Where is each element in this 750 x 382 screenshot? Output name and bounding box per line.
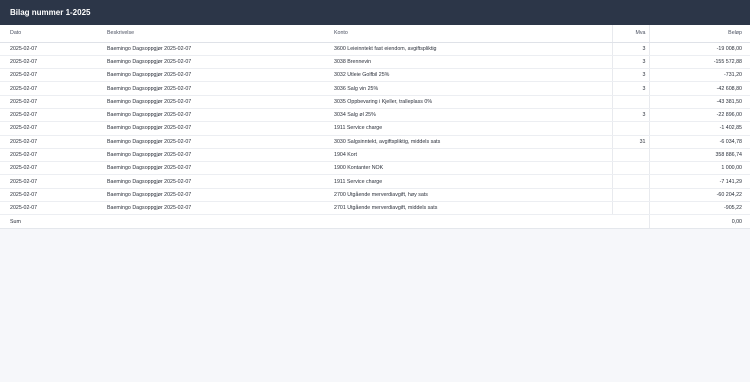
table-row[interactable]: 2025-02-07 Baemingo Dagsoppgjør 2025-02-0… bbox=[0, 201, 750, 216]
cell-mva bbox=[611, 161, 649, 176]
cell-date: 2025-02-07 bbox=[0, 81, 97, 96]
page-header: Bilag nummer 1-2025 bbox=[0, 0, 750, 25]
cell-mva bbox=[611, 188, 649, 203]
cell-amount: 1 000,00 bbox=[648, 161, 750, 176]
cell-account: 3035 Oppbevaring i Kjeller, tralleplass … bbox=[324, 95, 612, 109]
voucher-table-card: Dato Beskrivelse Konto Mva Beløp 2025-02… bbox=[0, 25, 750, 230]
cell-amount: -60 204,22 bbox=[648, 188, 750, 203]
sum-amount: 0,00 bbox=[648, 214, 750, 229]
cell-description: Baemingo Dagsoppgjør 2025-02-07 bbox=[97, 121, 324, 136]
cell-description: Baemingo Dagsoppgjør 2025-02-07 bbox=[97, 108, 324, 123]
table-row[interactable]: 2025-02-07 Baemingo Dagsoppgjør 2025-02-0… bbox=[0, 108, 750, 123]
cell-account: 3038 Brennevin bbox=[324, 55, 612, 70]
column-header-date[interactable]: Dato bbox=[0, 25, 97, 43]
cell-amount: -155 572,88 bbox=[648, 55, 750, 70]
cell-amount: 358 886,74 bbox=[648, 148, 750, 163]
cell-account: 1900 Kontanter NOK bbox=[324, 161, 612, 176]
table-row[interactable]: 2025-02-07 Baemingo Dagsoppgjør 2025-02-0… bbox=[0, 55, 750, 70]
cell-account: 3032 Utleie Golfbil 25% bbox=[324, 68, 612, 83]
cell-amount: -6 034,78 bbox=[648, 135, 750, 149]
cell-mva bbox=[611, 148, 649, 163]
voucher-lines-table: Dato Beskrivelse Konto Mva Beløp 2025-02… bbox=[0, 25, 750, 229]
table-row[interactable]: 2025-02-07 Baemingo Dagsoppgjør 2025-02-0… bbox=[0, 135, 750, 149]
table-row[interactable]: 2025-02-07 Baemingo Dagsoppgjør 2025-02-0… bbox=[0, 42, 750, 56]
cell-description: Baemingo Dagsoppgjør 2025-02-07 bbox=[97, 55, 324, 70]
cell-amount: -905,22 bbox=[648, 201, 750, 216]
cell-description: Baemingo Dagsoppgjør 2025-02-07 bbox=[97, 161, 324, 176]
cell-mva: 3 bbox=[611, 81, 649, 96]
cell-mva: 3 bbox=[611, 68, 649, 83]
cell-account: 1911 Service charge bbox=[324, 174, 612, 189]
cell-description: Baemingo Dagsoppgjør 2025-02-07 bbox=[97, 135, 324, 149]
cell-date: 2025-02-07 bbox=[0, 174, 97, 189]
sum-label: Sum bbox=[10, 218, 21, 225]
table-row[interactable]: 2025-02-07 Baemingo Dagsoppgjør 2025-02-0… bbox=[0, 95, 750, 109]
table-row[interactable]: 2025-02-07 Baemingo Dagsoppgjør 2025-02-0… bbox=[0, 188, 750, 203]
cell-account: 3030 Salgsinntekt, avgiftspliktig, midde… bbox=[324, 135, 612, 149]
table-row[interactable]: 2025-02-07 Baemingo Dagsoppgjør 2025-02-0… bbox=[0, 121, 750, 136]
sum-row: Sum 0,00 bbox=[0, 214, 750, 229]
cell-account: 2701 Utgående merverdiavgift, middels sa… bbox=[324, 201, 612, 216]
cell-mva bbox=[611, 121, 649, 136]
cell-description: Baemingo Dagsoppgjør 2025-02-07 bbox=[97, 95, 324, 109]
cell-description: Baemingo Dagsoppgjør 2025-02-07 bbox=[97, 81, 324, 96]
cell-account: 3036 Salg vin 25% bbox=[324, 81, 612, 96]
sum-empty-cell bbox=[97, 215, 324, 228]
cell-mva: 3 bbox=[611, 108, 649, 123]
cell-account: 1904 Kort bbox=[324, 148, 612, 163]
cell-date: 2025-02-07 bbox=[0, 95, 97, 109]
cell-description: Baemingo Dagsoppgjør 2025-02-07 bbox=[97, 174, 324, 189]
cell-date: 2025-02-07 bbox=[0, 148, 97, 163]
cell-amount: -1 402,85 bbox=[648, 121, 750, 136]
column-header-amount[interactable]: Beløp bbox=[648, 25, 750, 43]
table-row[interactable]: 2025-02-07 Baemingo Dagsoppgjør 2025-02-0… bbox=[0, 148, 750, 163]
cell-account: 2700 Utgående merverdiavgift, høy sats bbox=[324, 188, 612, 203]
cell-description: Baemingo Dagsoppgjør 2025-02-07 bbox=[97, 68, 324, 83]
column-header-mva[interactable]: Mva bbox=[611, 25, 649, 43]
cell-account: 3034 Salg øl 25% bbox=[324, 108, 612, 123]
cell-account: 1911 Service charge bbox=[324, 121, 612, 136]
table-header-row: Dato Beskrivelse Konto Mva Beløp bbox=[0, 25, 750, 43]
cell-description: Baemingo Dagsoppgjør 2025-02-07 bbox=[97, 42, 324, 56]
cell-mva bbox=[611, 201, 649, 216]
cell-mva: 3 bbox=[611, 55, 649, 70]
cell-mva bbox=[611, 95, 649, 109]
table-row[interactable]: 2025-02-07 Baemingo Dagsoppgjør 2025-02-0… bbox=[0, 68, 750, 83]
cell-date: 2025-02-07 bbox=[0, 68, 97, 83]
cell-description: Baemingo Dagsoppgjør 2025-02-07 bbox=[97, 188, 324, 203]
column-header-account[interactable]: Konto bbox=[324, 25, 612, 43]
cell-amount: -42 608,80 bbox=[648, 81, 750, 96]
table-row[interactable]: 2025-02-07 Baemingo Dagsoppgjør 2025-02-0… bbox=[0, 174, 750, 189]
cell-date: 2025-02-07 bbox=[0, 42, 97, 56]
sum-empty-cell bbox=[612, 215, 649, 228]
cell-amount: -19 008,00 bbox=[648, 42, 750, 56]
cell-date: 2025-02-07 bbox=[0, 188, 97, 203]
cell-amount: -22 896,00 bbox=[648, 108, 750, 123]
table-row[interactable]: 2025-02-07 Baemingo Dagsoppgjør 2025-02-0… bbox=[0, 81, 750, 96]
cell-amount: -43 381,50 bbox=[648, 95, 750, 109]
cell-description: Baemingo Dagsoppgjør 2025-02-07 bbox=[97, 148, 324, 163]
page-title: Bilag nummer 1-2025 bbox=[10, 8, 91, 17]
cell-date: 2025-02-07 bbox=[0, 135, 97, 149]
sum-empty-cell bbox=[324, 215, 612, 228]
cell-description: Baemingo Dagsoppgjør 2025-02-07 bbox=[97, 201, 324, 216]
cell-date: 2025-02-07 bbox=[0, 201, 97, 216]
cell-amount: -7 141,29 bbox=[648, 174, 750, 189]
cell-mva: 3 bbox=[611, 42, 649, 56]
table-row[interactable]: 2025-02-07 Baemingo Dagsoppgjør 2025-02-0… bbox=[0, 161, 750, 176]
cell-account: 3600 Leieinntekt fast eiendom, avgiftspl… bbox=[324, 42, 612, 56]
column-header-description[interactable]: Beskrivelse bbox=[97, 25, 324, 43]
cell-date: 2025-02-07 bbox=[0, 108, 97, 123]
cell-mva bbox=[611, 174, 649, 189]
cell-mva: 31 bbox=[611, 135, 649, 149]
cell-date: 2025-02-07 bbox=[0, 121, 97, 136]
cell-date: 2025-02-07 bbox=[0, 55, 97, 70]
cell-amount: -731,20 bbox=[648, 68, 750, 83]
cell-date: 2025-02-07 bbox=[0, 161, 97, 176]
